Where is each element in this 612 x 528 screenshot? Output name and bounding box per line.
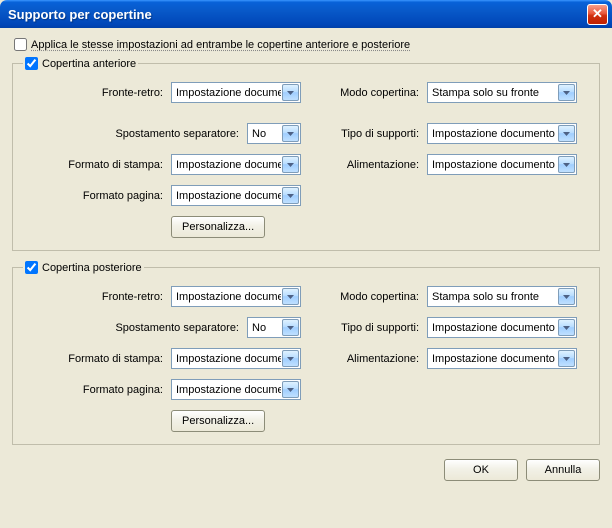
back-cover-mode-value: Stampa solo su fronte xyxy=(432,291,557,303)
back-cover-mode-select[interactable]: Stampa solo su fronte xyxy=(427,286,577,307)
chevron-down-icon xyxy=(282,187,299,204)
chevron-down-icon xyxy=(558,288,575,305)
back-cover-group: Copertina posteriore Fronte-retro: Impos… xyxy=(12,261,600,445)
ok-label: OK xyxy=(473,464,489,476)
dialog-footer: OK Annulla xyxy=(12,459,600,481)
front-cover-mode-label: Modo copertina: xyxy=(309,87,419,99)
front-cover-mode-select[interactable]: Stampa solo su fronte xyxy=(427,82,577,103)
dialog-body: Applica le stesse impostazioni ad entram… xyxy=(0,28,612,493)
chevron-down-icon xyxy=(282,125,299,142)
front-separator-label: Spostamento separatore: xyxy=(23,128,239,140)
front-page-format-label: Formato pagina: xyxy=(23,190,163,202)
front-print-format-label: Formato di stampa: xyxy=(23,159,163,171)
back-duplex-label: Fronte-retro: xyxy=(23,291,163,303)
chevron-down-icon xyxy=(282,319,299,336)
titlebar: Supporto per copertine ✕ xyxy=(0,0,612,28)
chevron-down-icon xyxy=(558,319,575,336)
front-feed-label: Alimentazione: xyxy=(309,159,419,171)
front-personalize-label: Personalizza... xyxy=(182,221,254,233)
back-page-format-select[interactable]: Impostazione documento xyxy=(171,379,301,400)
close-icon: ✕ xyxy=(592,6,603,21)
chevron-down-icon xyxy=(282,381,299,398)
chevron-down-icon xyxy=(558,156,575,173)
apply-same-row: Applica le stesse impostazioni ad entram… xyxy=(12,38,600,51)
front-media-type-value: Impostazione documento xyxy=(432,128,557,140)
back-personalize-button[interactable]: Personalizza... xyxy=(171,410,265,432)
chevron-down-icon xyxy=(558,84,575,101)
front-cover-legend: Copertina anteriore xyxy=(23,57,138,70)
front-duplex-label: Fronte-retro: xyxy=(23,87,163,99)
back-separator-label: Spostamento separatore: xyxy=(23,322,239,334)
front-duplex-select[interactable]: Impostazione documento xyxy=(171,82,301,103)
back-cover-checkbox[interactable] xyxy=(25,261,38,274)
back-print-format-select[interactable]: Impostazione documento xyxy=(171,348,301,369)
window-title: Supporto per copertine xyxy=(8,7,587,22)
cancel-button[interactable]: Annulla xyxy=(526,459,600,481)
front-cover-checkbox[interactable] xyxy=(25,57,38,70)
chevron-down-icon xyxy=(558,350,575,367)
front-feed-value: Impostazione documento xyxy=(432,159,557,171)
front-duplex-value: Impostazione documento xyxy=(176,87,281,99)
front-cover-legend-text: Copertina anteriore xyxy=(42,58,136,70)
front-separator-select[interactable]: No xyxy=(247,123,301,144)
back-separator-select[interactable]: No xyxy=(247,317,301,338)
back-print-format-value: Impostazione documento xyxy=(176,353,281,365)
back-separator-value: No xyxy=(252,322,281,334)
back-print-format-label: Formato di stampa: xyxy=(23,353,163,365)
front-print-format-select[interactable]: Impostazione documento xyxy=(171,154,301,175)
front-media-type-select[interactable]: Impostazione documento xyxy=(427,123,577,144)
front-media-type-label: Tipo di supporti: xyxy=(309,128,419,140)
cancel-label: Annulla xyxy=(545,464,582,476)
front-print-format-value: Impostazione documento xyxy=(176,159,281,171)
front-cover-group: Copertina anteriore Fronte-retro: Impost… xyxy=(12,57,600,251)
back-personalize-label: Personalizza... xyxy=(182,415,254,427)
back-cover-legend: Copertina posteriore xyxy=(23,261,144,274)
back-feed-label: Alimentazione: xyxy=(309,353,419,365)
chevron-down-icon xyxy=(282,350,299,367)
back-media-type-select[interactable]: Impostazione documento xyxy=(427,317,577,338)
front-personalize-button[interactable]: Personalizza... xyxy=(171,216,265,238)
back-duplex-value: Impostazione documento xyxy=(176,291,281,303)
back-media-type-label: Tipo di supporti: xyxy=(309,322,419,334)
back-page-format-label: Formato pagina: xyxy=(23,384,163,396)
front-page-format-select[interactable]: Impostazione documento xyxy=(171,185,301,206)
front-feed-select[interactable]: Impostazione documento xyxy=(427,154,577,175)
back-feed-select[interactable]: Impostazione documento xyxy=(427,348,577,369)
back-cover-mode-label: Modo copertina: xyxy=(309,291,419,303)
back-duplex-select[interactable]: Impostazione documento xyxy=(171,286,301,307)
front-page-format-value: Impostazione documento xyxy=(176,190,281,202)
ok-button[interactable]: OK xyxy=(444,459,518,481)
front-separator-value: No xyxy=(252,128,281,140)
chevron-down-icon xyxy=(558,125,575,142)
back-cover-legend-text: Copertina posteriore xyxy=(42,262,142,274)
back-feed-value: Impostazione documento xyxy=(432,353,557,365)
apply-same-checkbox[interactable] xyxy=(14,38,27,51)
front-cover-mode-value: Stampa solo su fronte xyxy=(432,87,557,99)
back-page-format-value: Impostazione documento xyxy=(176,384,281,396)
apply-same-label[interactable]: Applica le stesse impostazioni ad entram… xyxy=(31,39,410,51)
chevron-down-icon xyxy=(282,288,299,305)
close-button[interactable]: ✕ xyxy=(587,4,608,25)
chevron-down-icon xyxy=(282,84,299,101)
chevron-down-icon xyxy=(282,156,299,173)
back-media-type-value: Impostazione documento xyxy=(432,322,557,334)
